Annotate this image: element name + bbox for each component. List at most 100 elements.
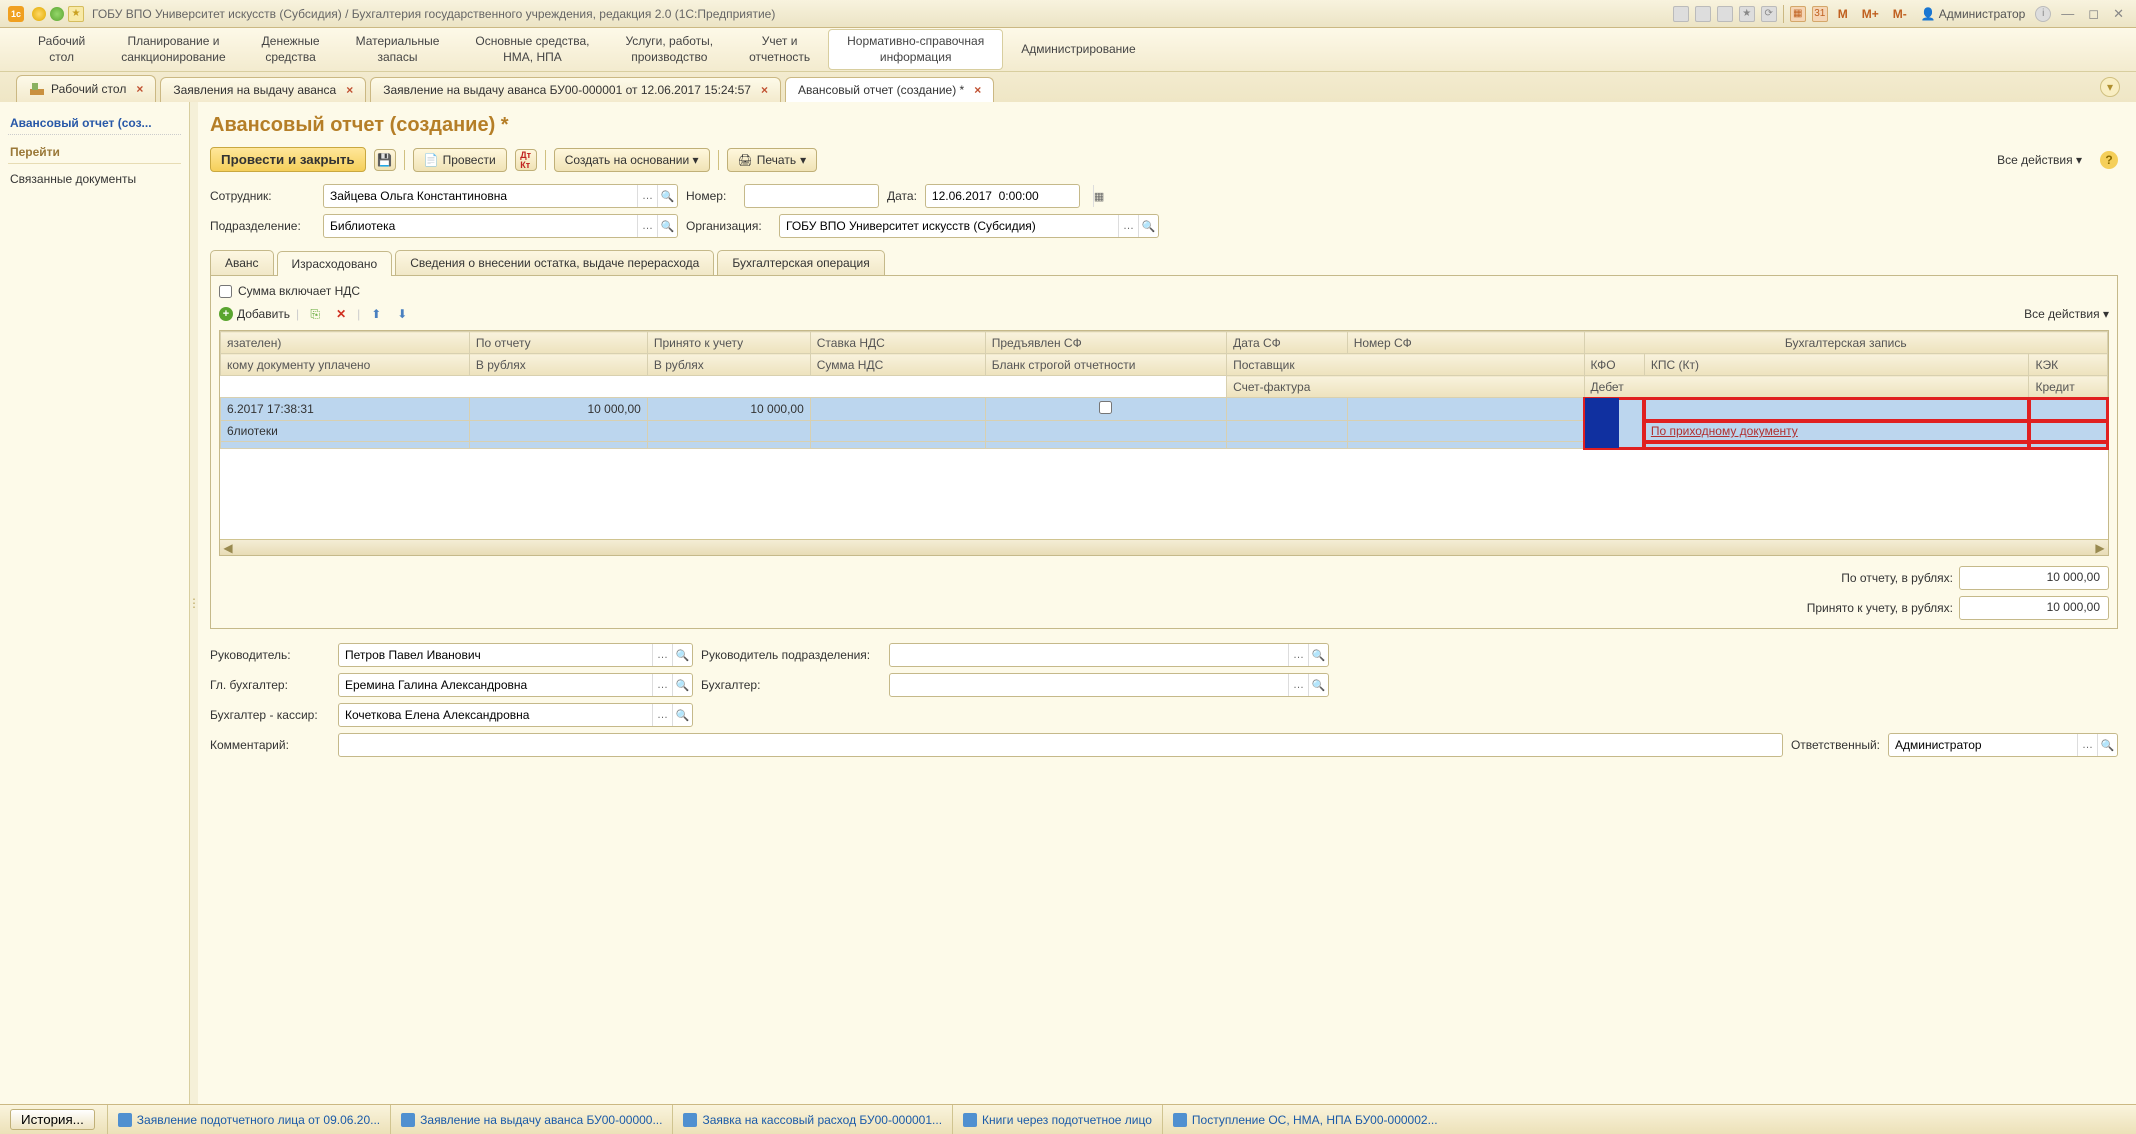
- print-button[interactable]: 🖨Печать ▾: [727, 148, 818, 172]
- open-icon[interactable]: 🔍: [657, 215, 677, 237]
- open-icon[interactable]: 🔍: [2097, 734, 2117, 756]
- calculator-icon[interactable]: ▦: [1790, 6, 1806, 22]
- comment-field[interactable]: [338, 733, 1783, 757]
- tab-close-icon[interactable]: ×: [346, 83, 353, 97]
- chief-acc-field[interactable]: …🔍: [338, 673, 693, 697]
- open-icon[interactable]: 🔍: [672, 704, 692, 726]
- history-button[interactable]: История...: [10, 1109, 95, 1130]
- org-input[interactable]: [780, 215, 1118, 237]
- dt-kt-icon[interactable]: ДтКт: [515, 149, 537, 171]
- menu-cash[interactable]: Денежные средства: [244, 30, 338, 69]
- head-field[interactable]: …🔍: [338, 643, 693, 667]
- statusbar-item[interactable]: Заявление на выдачу аванса БУ00-00000...: [390, 1105, 672, 1134]
- col-entry[interactable]: Бухгалтерская запись: [1584, 332, 2107, 354]
- acc-field[interactable]: …🔍: [889, 673, 1329, 697]
- open-icon[interactable]: 🔍: [1308, 644, 1328, 666]
- menu-desktop[interactable]: Рабочий стол: [20, 30, 103, 69]
- col-invoice[interactable]: Счет-фактура: [1227, 376, 1584, 398]
- history-icon[interactable]: ⟳: [1761, 6, 1777, 22]
- tab-application-doc[interactable]: Заявление на выдачу аванса БУ00-000001 о…: [370, 77, 781, 102]
- move-up-icon[interactable]: ⬆: [366, 304, 386, 324]
- acc-input[interactable]: [890, 674, 1288, 696]
- menu-accounting[interactable]: Учет и отчетность: [731, 30, 828, 69]
- select-icon[interactable]: …: [1288, 644, 1308, 666]
- menu-planning[interactable]: Планирование и санкционирование: [103, 30, 243, 69]
- select-icon[interactable]: …: [652, 674, 672, 696]
- menu-reference[interactable]: Нормативно-справочная информация: [828, 29, 1003, 70]
- subtab-spent[interactable]: Израсходовано: [277, 251, 393, 276]
- statusbar-item[interactable]: Заявка на кассовый расход БУ00-000001...: [672, 1105, 952, 1134]
- minimize-button[interactable]: —: [2057, 6, 2078, 21]
- cashier-field[interactable]: …🔍: [338, 703, 693, 727]
- menu-fixed-assets[interactable]: Основные средства, НМА, НПА: [457, 30, 607, 69]
- subtab-remainder[interactable]: Сведения о внесении остатка, выдаче пере…: [395, 250, 714, 275]
- data-grid[interactable]: язателен) По отчету Принято к учету Став…: [219, 330, 2109, 556]
- scroll-left-icon[interactable]: ◀: [220, 541, 236, 555]
- tabs-dropdown-icon[interactable]: ▾: [2100, 77, 2120, 97]
- grid-scrollbar[interactable]: ◀ ▶: [220, 539, 2108, 555]
- responsible-field[interactable]: …🔍: [1888, 733, 2118, 757]
- favorite-icon[interactable]: ★: [1739, 6, 1755, 22]
- dept-field[interactable]: … 🔍: [323, 214, 678, 238]
- vat-checkbox[interactable]: [219, 285, 232, 298]
- memory-mplus-button[interactable]: M+: [1858, 7, 1883, 21]
- table-row[interactable]: [221, 442, 2108, 449]
- statusbar-item[interactable]: Книги через подотчетное лицо: [952, 1105, 1162, 1134]
- employee-input[interactable]: [324, 185, 637, 207]
- date-field[interactable]: ▦: [925, 184, 1080, 208]
- sidebar-link-related-docs[interactable]: Связанные документы: [8, 168, 181, 190]
- all-actions-button[interactable]: Все действия ▾: [1987, 149, 2092, 171]
- cashier-input[interactable]: [339, 704, 652, 726]
- menu-services[interactable]: Услуги, работы, производство: [607, 30, 731, 69]
- help-icon[interactable]: ?: [2100, 151, 2118, 169]
- col-strict-form[interactable]: Бланк строгой отчетности: [985, 354, 1226, 376]
- open-icon[interactable]: 🔍: [672, 644, 692, 666]
- calendar-icon[interactable]: 31: [1812, 6, 1828, 22]
- tab-desktop[interactable]: Рабочий стол ×: [16, 75, 156, 102]
- head-dept-field[interactable]: …🔍: [889, 643, 1329, 667]
- kfo-cell[interactable]: [1584, 398, 1644, 449]
- comment-input[interactable]: [339, 734, 1782, 756]
- open-icon[interactable]: 🔍: [1138, 215, 1158, 237]
- select-icon[interactable]: …: [637, 215, 657, 237]
- statusbar-item[interactable]: Поступление ОС, НМА, НПА БУ00-000002...: [1162, 1105, 1448, 1134]
- chief-acc-input[interactable]: [339, 674, 652, 696]
- close-button[interactable]: ✕: [2109, 6, 2128, 22]
- calendar-picker-icon[interactable]: ▦: [1093, 185, 1104, 207]
- tab-close-icon[interactable]: ×: [761, 83, 768, 97]
- responsible-input[interactable]: [1889, 734, 2077, 756]
- post-button[interactable]: 📄Провести: [413, 148, 507, 172]
- star-icon[interactable]: ★: [68, 6, 84, 22]
- col-sf-date[interactable]: Дата СФ: [1227, 332, 1348, 354]
- col-sf-presented[interactable]: Предъявлен СФ: [985, 332, 1226, 354]
- col-kps[interactable]: КПС (Кт): [1644, 354, 2029, 376]
- toolbar-icon-3[interactable]: [1717, 6, 1733, 22]
- col-rub2[interactable]: В рублях: [647, 354, 810, 376]
- create-based-button[interactable]: Создать на основании ▾: [554, 148, 710, 172]
- tab-close-icon[interactable]: ×: [974, 83, 981, 97]
- number-field[interactable]: [744, 184, 879, 208]
- col-rub1[interactable]: В рублях: [469, 354, 647, 376]
- info-icon[interactable]: i: [2035, 6, 2051, 22]
- splitter[interactable]: ⋮: [190, 102, 198, 1104]
- delete-row-icon[interactable]: ✕: [331, 304, 351, 324]
- col-paid-to[interactable]: кому документу уплачено: [221, 354, 470, 376]
- toolbar-icon-1[interactable]: [1673, 6, 1689, 22]
- select-icon[interactable]: …: [637, 185, 657, 207]
- subtab-advance[interactable]: Аванс: [210, 250, 274, 275]
- sf-checkbox[interactable]: [1099, 401, 1112, 414]
- col-kek[interactable]: КЭК: [2029, 354, 2108, 376]
- col-accepted[interactable]: Принято к учету: [647, 332, 810, 354]
- dept-input[interactable]: [324, 215, 637, 237]
- copy-row-icon[interactable]: ⎘: [305, 304, 325, 324]
- traffic-green-icon[interactable]: [50, 7, 64, 21]
- employee-field[interactable]: … 🔍: [323, 184, 678, 208]
- save-icon[interactable]: 💾: [374, 149, 396, 171]
- menu-materials[interactable]: Материальные запасы: [338, 30, 458, 69]
- add-row-button[interactable]: +Добавить: [219, 307, 290, 321]
- col-sf-number[interactable]: Номер СФ: [1347, 332, 1584, 354]
- open-icon[interactable]: 🔍: [1308, 674, 1328, 696]
- head-dept-input[interactable]: [890, 644, 1288, 666]
- select-icon[interactable]: …: [1118, 215, 1138, 237]
- tab-close-icon[interactable]: ×: [136, 82, 143, 96]
